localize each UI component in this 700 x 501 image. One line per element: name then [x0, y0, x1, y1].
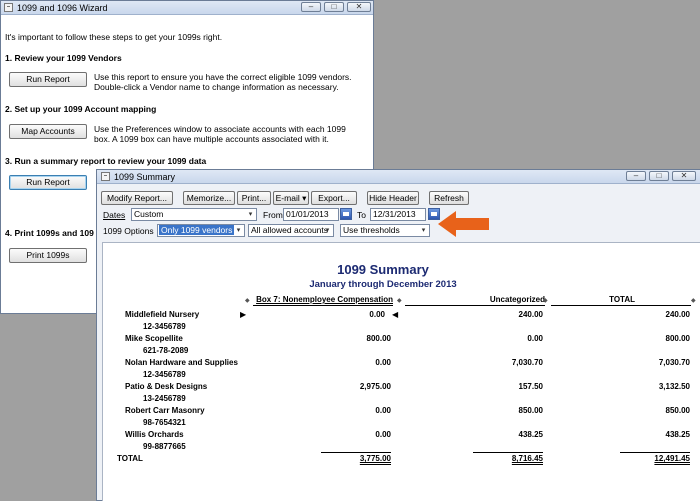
close-button[interactable]: ✕: [347, 2, 371, 12]
run-report-vendors-button[interactable]: Run Report: [9, 72, 87, 87]
report-area: 1099 Summary January through December 20…: [102, 242, 700, 501]
table-row: 99-8877665: [143, 442, 186, 451]
subtotal-line: [473, 452, 543, 453]
memorize-button[interactable]: Memorize...: [183, 191, 235, 205]
column-divider-icon: ◆: [245, 298, 250, 304]
refresh-button[interactable]: Refresh: [429, 191, 469, 205]
column-divider-icon: ◆: [543, 298, 548, 304]
table-row: 13-2456789: [143, 394, 186, 403]
column-divider-icon: ◆: [691, 298, 696, 304]
wizard-title: 1099 and 1096 Wizard: [17, 2, 108, 13]
chevron-down-icon: ▾: [421, 227, 426, 234]
subtotal-line: [321, 452, 391, 453]
step-4-title: 4. Print 1099s and 109: [5, 228, 94, 238]
summary-title: 1099 Summary: [114, 171, 176, 182]
from-label: From: [263, 210, 283, 220]
step-2-description: Use the Preferences window to associate …: [94, 124, 346, 144]
wizard-titlebar[interactable]: 1099 and 1096 Wizard – □ ✕: [1, 1, 373, 15]
to-label: To: [357, 210, 366, 220]
summary-minimize-button[interactable]: –: [626, 171, 646, 181]
summary-window: 1099 Summary – □ ✕ Modify Report... Memo…: [96, 169, 700, 501]
calendar-icon[interactable]: [340, 208, 352, 220]
wizard-intro: It's important to follow these steps to …: [5, 32, 223, 42]
summary-restore-button[interactable]: □: [649, 171, 669, 181]
options-row: 1099 Options Only 1099 vendors ▾ All all…: [97, 223, 700, 239]
print-button[interactable]: Print...: [237, 191, 271, 205]
modify-report-button[interactable]: Modify Report...: [101, 191, 173, 205]
export-button[interactable]: Export...: [311, 191, 357, 205]
maximize-button[interactable]: □: [324, 2, 344, 12]
to-date-input[interactable]: 12/31/2013: [370, 208, 426, 221]
thresholds-select[interactable]: Use thresholds ▾: [340, 224, 430, 237]
table-row[interactable]: Patio & Desk Designs 2,975.00 157.50 3,1…: [103, 382, 700, 394]
table-row: 98-7654321: [143, 418, 186, 427]
print-1099s-button[interactable]: Print 1099s: [9, 248, 87, 263]
header-underline: [253, 305, 393, 306]
table-row[interactable]: Robert Carr Masonry 0.00 850.00 850.00: [103, 406, 700, 418]
table-row: 621-78-2089: [143, 346, 189, 355]
from-date-input[interactable]: 01/01/2013: [283, 208, 339, 221]
hide-header-button[interactable]: Hide Header: [367, 191, 419, 205]
column-divider-icon: ◆: [397, 298, 402, 304]
report-icon: [101, 172, 110, 181]
dates-row: Dates Custom ▾ From 01/01/2013 To 12/31/…: [97, 207, 700, 223]
vendors-select[interactable]: Only 1099 vendors ▾: [157, 224, 245, 237]
step-3-title: 3. Run a summary report to review your 1…: [5, 156, 207, 166]
report-title: 1099 Summary: [337, 262, 429, 277]
summary-close-button[interactable]: ✕: [672, 171, 696, 181]
dates-select[interactable]: Custom ▾: [131, 208, 257, 221]
table-row: 12-3456789: [143, 322, 186, 331]
map-accounts-button[interactable]: Map Accounts: [9, 124, 87, 139]
step-1-title: 1. Review your 1099 Vendors: [5, 53, 122, 63]
table-row[interactable]: Nolan Hardware and Supplies 0.00 7,030.7…: [103, 358, 700, 370]
chevron-down-icon: ▾: [248, 211, 253, 218]
table-row: 12-3456789: [143, 370, 186, 379]
subtotal-line: [620, 452, 690, 453]
table-row[interactable]: Mike Scopellite 800.00 0.00 800.00: [103, 334, 700, 346]
email-dropdown-button[interactable]: E-mail ▾: [273, 191, 309, 205]
table-row[interactable]: Willis Orchards 0.00 438.25 438.25: [103, 430, 700, 442]
window-icon: [4, 3, 13, 12]
step-1-description: Use this report to ensure you have the c…: [94, 72, 352, 92]
options-label: 1099 Options: [103, 226, 154, 236]
header-underline: [551, 305, 691, 306]
chevron-down-icon: ▾: [236, 227, 241, 234]
accounts-select[interactable]: All allowed accounts ▾: [248, 224, 334, 237]
header-underline: [405, 305, 545, 306]
run-summary-report-button[interactable]: Run Report: [9, 175, 87, 190]
summary-titlebar[interactable]: 1099 Summary – □ ✕: [97, 170, 700, 184]
selection-marker-left-icon: ▶: [240, 310, 247, 319]
step-2-title: 2. Set up your 1099 Account mapping: [5, 104, 157, 114]
dates-label: Dates: [103, 210, 126, 220]
minimize-button[interactable]: –: [301, 2, 321, 12]
annotation-arrow-icon: [438, 211, 489, 237]
report-toolbar: Modify Report... Memorize... Print... E-…: [97, 188, 700, 208]
report-subtitle: January through December 2013: [309, 279, 457, 290]
selection-marker-right-icon: ◀: [392, 310, 399, 319]
table-row[interactable]: Middlefield Nursery 0.00 240.00 240.00: [103, 310, 700, 322]
chevron-down-icon: ▾: [325, 227, 330, 234]
total-row[interactable]: TOTAL 3,775.00 8,716.45 12,491.45: [103, 454, 700, 466]
